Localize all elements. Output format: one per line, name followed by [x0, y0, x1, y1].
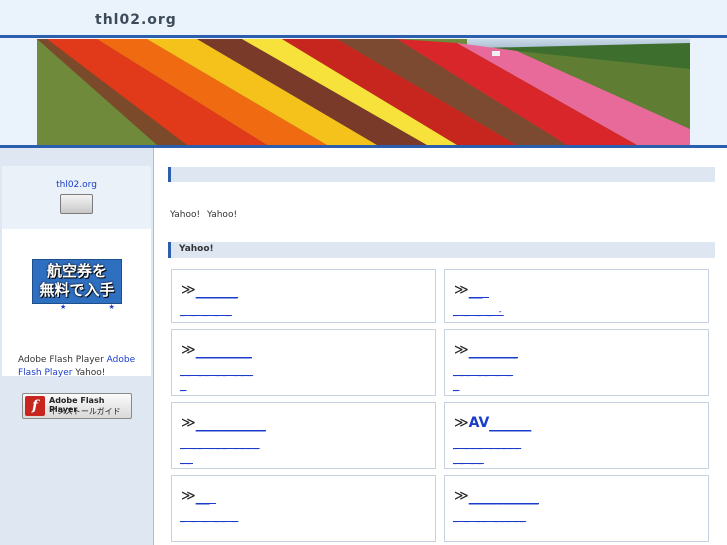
arrow-icon: ≫ [454, 488, 469, 504]
card-link[interactable]: _______ [468, 343, 518, 359]
arrow-icon: ≫ [181, 282, 196, 298]
card-sublinks[interactable]: _ __ ___ ____ __ [180, 438, 425, 468]
card-link[interactable]: __ [468, 283, 489, 299]
link-card: ≫______ _ _ _ _ _ [171, 269, 436, 323]
main-content: Yahoo! Yahoo! Yahoo! ≫______ _ _ _ _ _ ≫… [154, 148, 727, 545]
card-link[interactable]: ________ [195, 343, 252, 359]
banner-image [37, 39, 690, 145]
card-sublinks[interactable]: _ _ _ _ - [453, 305, 698, 320]
flash-notice-prefix: Adobe Flash Player [18, 355, 107, 365]
link-card: ≫AV______ _ ___ _____ __ __ [444, 402, 709, 469]
arrow-icon: ≫ [181, 488, 196, 504]
ad-line-1: 航空券を [46, 262, 107, 280]
card-sublinks[interactable]: ___ __ _ _ _ [453, 365, 698, 395]
arrow-icon: ≫ [454, 415, 469, 431]
arrow-icon: ≫ [454, 282, 469, 298]
link-card: ≫__ _ _ _ __ _ [171, 475, 436, 542]
section-title: Yahoo! [179, 244, 214, 254]
stars-decoration: ★ ★ [60, 303, 135, 311]
card-sublinks[interactable]: _ _ _ __ _ [180, 511, 425, 526]
sidebar-site-link[interactable]: thl02.org [0, 180, 153, 190]
arrow-icon: ≫ [181, 415, 196, 431]
get-flash-player-button[interactable]: f Adobe Flash Player インストールガイド [22, 393, 132, 419]
site-header: thl02.org [0, 0, 727, 35]
card-link[interactable]: __ [195, 489, 216, 505]
sidebar-button[interactable] [60, 194, 93, 214]
link-card: ≫________ __ __ __ ___ _ [171, 329, 436, 396]
sidebar: thl02.org 航空券を 無料で入手 ★ ★ Adobe Flash Pla… [0, 148, 154, 545]
arrow-icon: ≫ [454, 342, 469, 358]
card-link-av[interactable]: AV [469, 415, 490, 431]
flower-field-banner [37, 39, 690, 145]
card-sublinks[interactable]: _ _ _ _ _ [180, 305, 425, 320]
card-link[interactable]: ______ [195, 283, 238, 299]
link-card: ≫_______ ___ __ _ _ _ [444, 329, 709, 396]
ad-line-2: 無料で入手 [39, 281, 115, 299]
link-card: ≫__________ _ _ __ _____ [444, 475, 709, 542]
flash-notice: Adobe Flash Player Adobe Flash Player Ya… [18, 354, 148, 380]
card-sublinks[interactable]: __ __ __ ___ _ [180, 365, 425, 395]
flash-notice-suffix: Yahoo! [72, 368, 106, 378]
card-sublinks[interactable]: _ _ __ _____ [453, 511, 698, 526]
arrow-icon: ≫ [181, 342, 196, 358]
main-heading-bar [168, 167, 715, 182]
link-card: ≫__________ _ __ ___ ____ __ [171, 402, 436, 469]
card-link[interactable]: __________ [468, 489, 539, 505]
card-sublinks[interactable]: _ ___ _____ __ __ [453, 438, 698, 468]
card-link[interactable]: __________ [195, 416, 266, 432]
section-heading-bar: Yahoo! [168, 242, 715, 258]
link-card: ≫__ _ _ _ _ - [444, 269, 709, 323]
ad-banner[interactable]: 航空券を 無料で入手 [32, 259, 122, 304]
card-link[interactable]: ______ [489, 416, 532, 432]
site-title[interactable]: thl02.org [95, 12, 177, 28]
intro-text: Yahoo! Yahoo! [170, 210, 238, 220]
flash-badge-subtitle: インストールガイド [49, 407, 121, 416]
flash-logo-icon: f [25, 396, 45, 416]
